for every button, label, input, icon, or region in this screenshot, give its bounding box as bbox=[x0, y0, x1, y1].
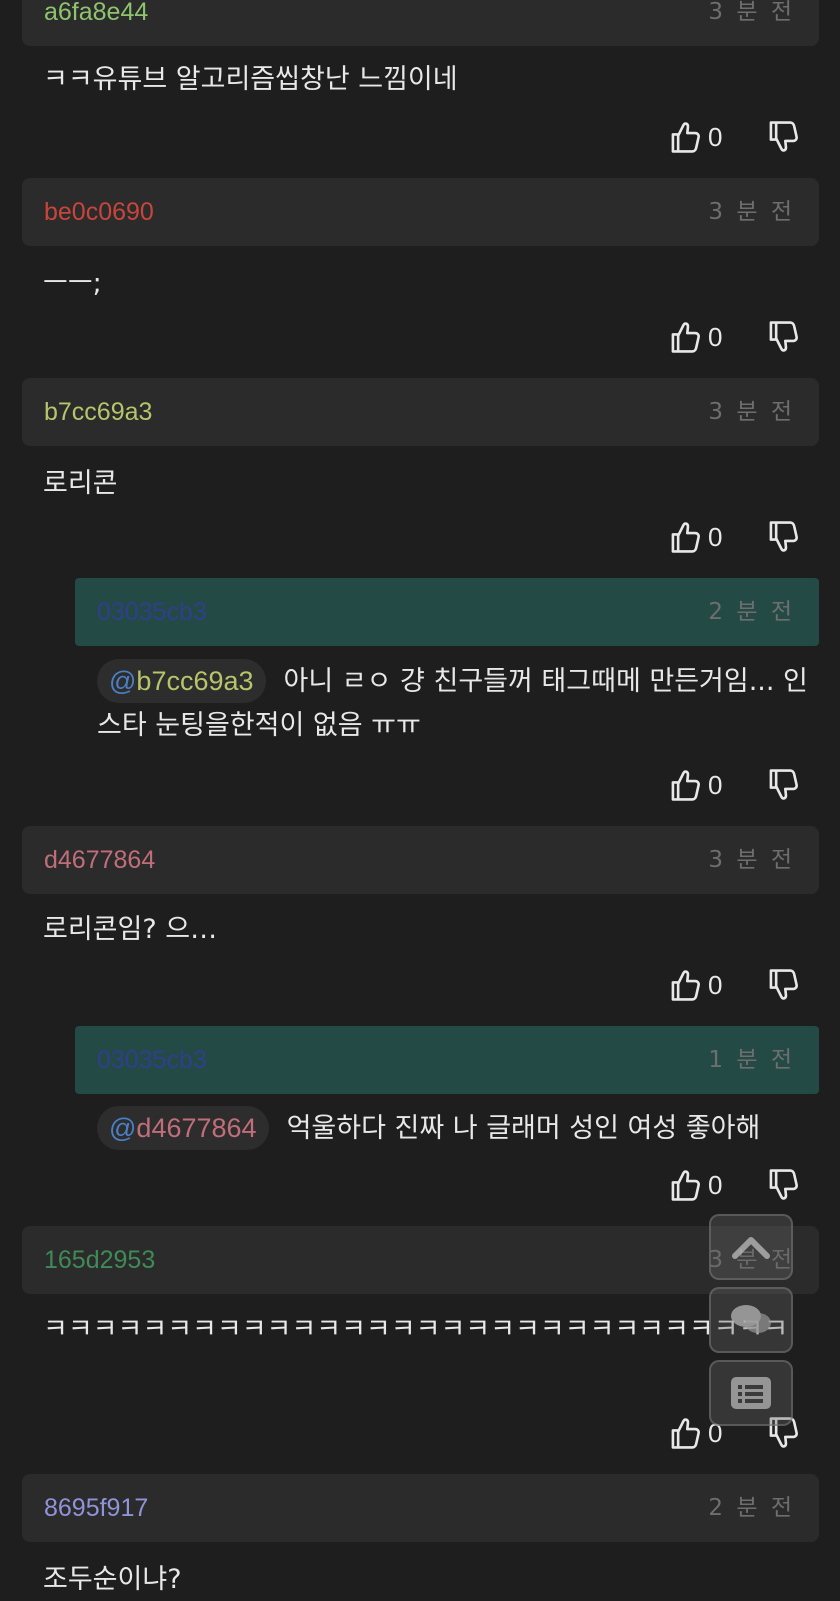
comments-button[interactable] bbox=[709, 1287, 793, 1353]
comment-timestamp: 2 분 전 bbox=[708, 599, 795, 625]
comment-body: 조두순이냐? bbox=[43, 1564, 182, 1595]
comment-text: 로리콘 bbox=[43, 462, 813, 506]
comment-text: ㅡㅡ; bbox=[43, 262, 813, 306]
reply-header: 03035cb3 1 분 전 bbox=[75, 1026, 819, 1094]
comment-author[interactable]: 03035cb3 bbox=[97, 1044, 207, 1076]
thumbs-up-icon[interactable] bbox=[670, 520, 702, 554]
comment-body: 로리콘 bbox=[43, 468, 118, 499]
like-count: 0 bbox=[708, 522, 723, 552]
comment-timestamp: 3 분 전 bbox=[708, 0, 795, 25]
comment-body: ㅡㅡ; bbox=[43, 268, 102, 299]
comment-body: 억울하다 진짜 나 글래머 성인 여성 좋아해 bbox=[286, 1113, 761, 1144]
like-count: 0 bbox=[708, 770, 723, 800]
vote-controls: 0 bbox=[670, 518, 800, 558]
mention-username: d4677864 bbox=[136, 1113, 257, 1143]
like-count: 0 bbox=[708, 322, 723, 352]
thumbs-up-icon[interactable] bbox=[670, 320, 702, 354]
vote-controls: 0 bbox=[670, 1166, 800, 1206]
comment-timestamp: 3 분 전 bbox=[708, 847, 795, 873]
comment-header: a6fa8e44 3 분 전 bbox=[22, 0, 819, 46]
comment-body: ㅋㅋㅋㅋㅋㅋㅋㅋㅋㅋㅋㅋㅋㅋㅋㅋㅋㅋㅋㅋㅋㅋㅋㅋㅋㅋㅋㅋㅋㅋ bbox=[43, 1314, 789, 1345]
mention-at-sign: @ bbox=[109, 666, 137, 696]
comment-timestamp: 2 분 전 bbox=[708, 1495, 795, 1521]
reply-header: 03035cb3 2 분 전 bbox=[75, 578, 819, 646]
comment-text: ㅋㅋ유튜브 알고리즘씹창난 느낌이네 bbox=[43, 58, 813, 102]
vote-controls: 0 bbox=[670, 766, 800, 806]
scroll-top-button[interactable] bbox=[709, 1214, 793, 1280]
comment-author[interactable]: 8695f917 bbox=[44, 1492, 148, 1524]
comment-text: ㅋㅋㅋㅋㅋㅋㅋㅋㅋㅋㅋㅋㅋㅋㅋㅋㅋㅋㅋㅋㅋㅋㅋㅋㅋㅋㅋㅋㅋㅋ bbox=[43, 1308, 813, 1352]
thumbs-up-icon[interactable] bbox=[670, 1416, 702, 1450]
comment-body: 로리콘임? 으… bbox=[43, 914, 218, 945]
comment-body: ㅋㅋ유튜브 알고리즘씹창난 느낌이네 bbox=[43, 64, 458, 95]
thumbs-down-icon[interactable] bbox=[768, 120, 800, 154]
mention-tag[interactable]: @d4677864 bbox=[97, 1106, 269, 1150]
like-count: 0 bbox=[708, 1170, 723, 1200]
thumbs-up-icon[interactable] bbox=[670, 120, 702, 154]
comment-header: b7cc69a3 3 분 전 bbox=[22, 378, 819, 446]
mention-tag[interactable]: @b7cc69a3 bbox=[97, 659, 266, 703]
comment-timestamp: 3 분 전 bbox=[708, 199, 795, 225]
comment-author[interactable]: b7cc69a3 bbox=[44, 396, 152, 428]
like-count: 0 bbox=[708, 122, 723, 152]
vote-controls: 0 bbox=[670, 118, 800, 158]
comment-text: 로리콘임? 으… bbox=[43, 908, 813, 952]
like-count: 0 bbox=[708, 970, 723, 1000]
comment-timestamp: 3 분 전 bbox=[708, 399, 795, 425]
comment-author[interactable]: be0c0690 bbox=[44, 196, 154, 228]
comment-author[interactable]: 165d2953 bbox=[44, 1244, 155, 1276]
comment-author[interactable]: d4677864 bbox=[44, 844, 155, 876]
list-button[interactable] bbox=[709, 1360, 793, 1426]
mention-username: b7cc69a3 bbox=[136, 666, 254, 696]
reply-text: @d4677864 억울하다 진짜 나 글래머 성인 여성 좋아해 bbox=[97, 1106, 817, 1151]
comment-header: 165d2953 3 분 전 bbox=[22, 1226, 819, 1294]
thumbs-down-icon[interactable] bbox=[768, 1168, 800, 1202]
thumbs-down-icon[interactable] bbox=[768, 968, 800, 1002]
comment-text: 조두순이냐? bbox=[43, 1558, 813, 1601]
thumbs-up-icon[interactable] bbox=[670, 768, 702, 802]
thumbs-down-icon[interactable] bbox=[768, 768, 800, 802]
comment-header: be0c0690 3 분 전 bbox=[22, 178, 819, 246]
comment-timestamp: 1 분 전 bbox=[708, 1047, 795, 1073]
mention-at-sign: @ bbox=[109, 1113, 137, 1143]
reply-text: @b7cc69a3 아니 ㄹㅇ 걍 친구들꺼 태그때메 만든거임... 인스타 눈… bbox=[97, 659, 817, 748]
comment-author[interactable]: a6fa8e44 bbox=[44, 0, 148, 28]
comment-header: d4677864 3 분 전 bbox=[22, 826, 819, 894]
comment-header: 8695f917 2 분 전 bbox=[22, 1474, 819, 1542]
vote-controls: 0 bbox=[670, 318, 800, 358]
comment-author[interactable]: 03035cb3 bbox=[97, 596, 207, 628]
thumbs-up-icon[interactable] bbox=[670, 968, 702, 1002]
vote-controls: 0 bbox=[670, 966, 800, 1006]
thumbs-up-icon[interactable] bbox=[670, 1168, 702, 1202]
thumbs-down-icon[interactable] bbox=[768, 320, 800, 354]
comment-feed: a6fa8e44 3 분 전 ㅋㅋ유튜브 알고리즘씹창난 느낌이네 0 be0c0690… bbox=[0, 0, 840, 1601]
thumbs-down-icon[interactable] bbox=[768, 520, 800, 554]
